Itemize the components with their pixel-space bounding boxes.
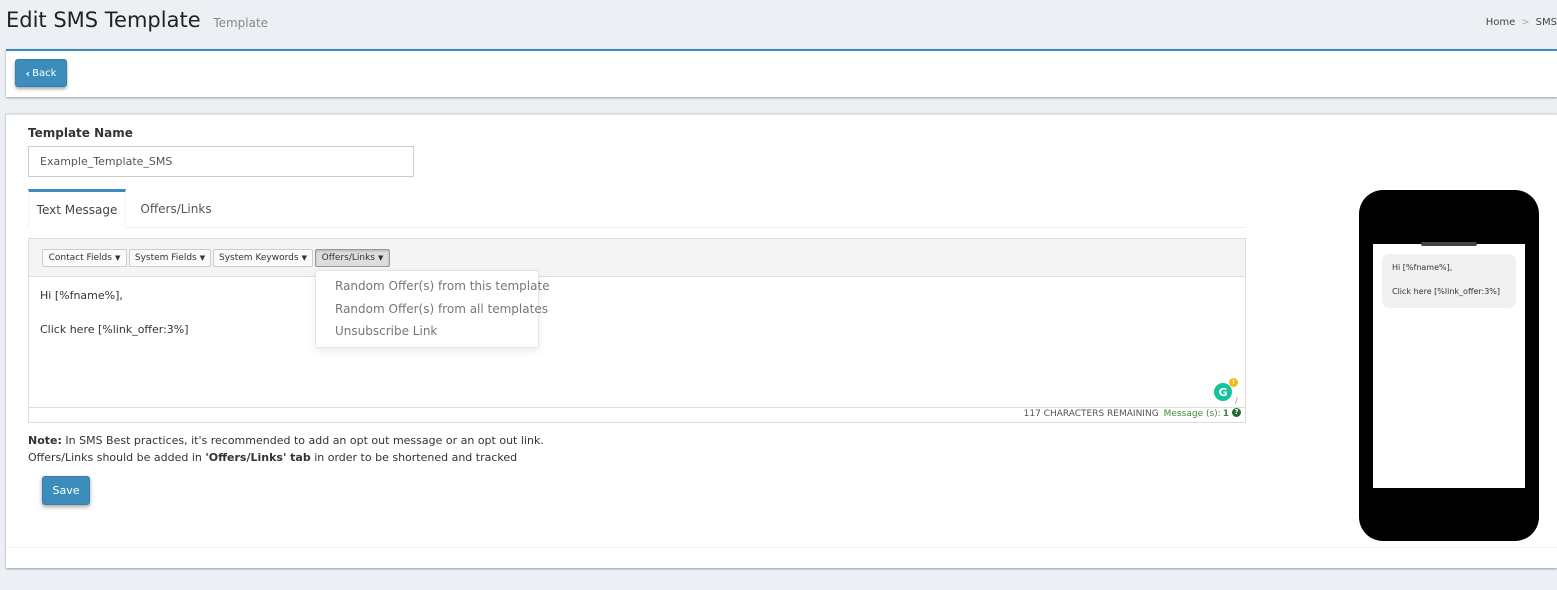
back-toolbar-box: ‹ Back	[6, 49, 1557, 97]
divider	[6, 547, 1557, 548]
phone-screen: Hi [%fname%], Click here [%link_offer:3%…	[1373, 244, 1525, 488]
grammarly-icon[interactable]: G	[1214, 383, 1232, 401]
message-count-value: 1	[1222, 409, 1229, 419]
template-name-label: Template Name	[28, 126, 133, 140]
character-counter: 117 CHARACTERS REMAINING Message (s): 1 …	[1023, 407, 1241, 419]
menu-item-random-offer-this-template[interactable]: Random Offer(s) from this template	[335, 279, 550, 293]
message-line-blank	[40, 304, 189, 321]
caret-down-icon: ▼	[301, 254, 307, 262]
opt-out-note: Note: In SMS Best practices, it's recomm…	[28, 432, 544, 466]
note-text-2c: in order to be shortened and tracked	[310, 451, 518, 464]
back-button-label: Back	[32, 67, 57, 79]
preview-line: Hi [%fname%],	[1392, 263, 1453, 272]
breadcrumb: Home > SMS	[1486, 17, 1557, 28]
note-text-2b: 'Offers/Links' tab	[205, 451, 311, 464]
offers-links-dropdown[interactable]: Offers/Links ▼	[315, 249, 390, 267]
phone-speaker	[1421, 242, 1477, 246]
caret-down-icon: ▼	[114, 254, 121, 262]
tab-offers-links[interactable]: Offers/Links	[126, 189, 226, 228]
note-line-1: Note: In SMS Best practices, it's recomm…	[28, 432, 544, 449]
template-form-box: Template Name Text Message Offers/Links …	[6, 113, 1557, 568]
message-count-label: Message (s):	[1163, 409, 1221, 419]
tab-text-message[interactable]: Text Message	[28, 189, 126, 228]
message-textarea[interactable]: Hi [%fname%], Click here [%link_offer:3%…	[40, 287, 189, 338]
page-header: Edit SMS Template Template Home > SMS	[0, 0, 1557, 48]
back-button[interactable]: ‹ Back	[15, 59, 67, 87]
phone-preview: Hi [%fname%], Click here [%link_offer:3%…	[1359, 190, 1539, 541]
breadcrumb-separator: >	[1521, 17, 1530, 28]
offers-links-label: Offers/Links	[321, 253, 375, 263]
system-fields-label: System Fields	[134, 253, 197, 263]
characters-remaining: 117 CHARACTERS REMAINING	[1023, 409, 1159, 419]
caret-down-icon: ▼	[199, 254, 206, 262]
template-name-input[interactable]	[28, 146, 414, 177]
offers-links-menu: Random Offer(s) from this template Rando…	[315, 270, 550, 348]
note-prefix: Note:	[28, 434, 62, 447]
save-button[interactable]: Save	[42, 476, 90, 505]
chevron-left-icon: ‹	[25, 66, 31, 80]
menu-item-random-offer-all-templates[interactable]: Random Offer(s) from all templates	[335, 302, 548, 316]
page-title-text: Edit SMS Template	[6, 8, 201, 32]
help-icon[interactable]: ?	[1232, 407, 1241, 417]
breadcrumb-sms[interactable]: SMS	[1536, 17, 1557, 28]
editor-status-bar: 117 CHARACTERS REMAINING Message (s): 1 …	[29, 407, 1245, 422]
preview-line: Click here [%link_offer:3%]	[1392, 287, 1501, 296]
grammarly-alert-badge: !	[1229, 378, 1238, 387]
system-keywords-label: System Keywords	[219, 253, 299, 263]
message-line: Hi [%fname%],	[40, 289, 123, 302]
preview-line-blank	[1392, 274, 1506, 286]
sms-preview-bubble: Hi [%fname%], Click here [%link_offer:3%…	[1382, 254, 1516, 308]
system-keywords-dropdown[interactable]: System Keywords ▼	[213, 249, 313, 267]
note-line-2: Offers/Links should be added in 'Offers/…	[28, 449, 544, 466]
contact-fields-label: Contact Fields	[48, 253, 112, 263]
system-fields-dropdown[interactable]: System Fields ▼	[129, 249, 211, 267]
note-text-1: In SMS Best practices, it's recommended …	[61, 434, 544, 447]
caret-down-icon: ▼	[377, 254, 384, 262]
contact-fields-dropdown[interactable]: Contact Fields ▼	[42, 249, 127, 267]
breadcrumb-home[interactable]: Home	[1486, 17, 1516, 28]
note-text-2a: Offers/Links should be added in	[28, 451, 206, 464]
menu-item-unsubscribe-link[interactable]: Unsubscribe Link	[335, 324, 437, 338]
editor-toolbar: Contact Fields ▼ System Fields ▼ System Ke…	[29, 239, 1245, 277]
page-title: Edit SMS Template Template	[6, 8, 268, 32]
sms-editor: Contact Fields ▼ System Fields ▼ System Ke…	[28, 238, 1246, 423]
message-line: Click here [%link_offer:3%]	[40, 323, 189, 336]
resize-handle-icon[interactable]: ∕	[1235, 397, 1243, 405]
page-subtitle: Template	[213, 16, 269, 30]
message-tabs: Text Message Offers/Links	[28, 189, 1246, 228]
